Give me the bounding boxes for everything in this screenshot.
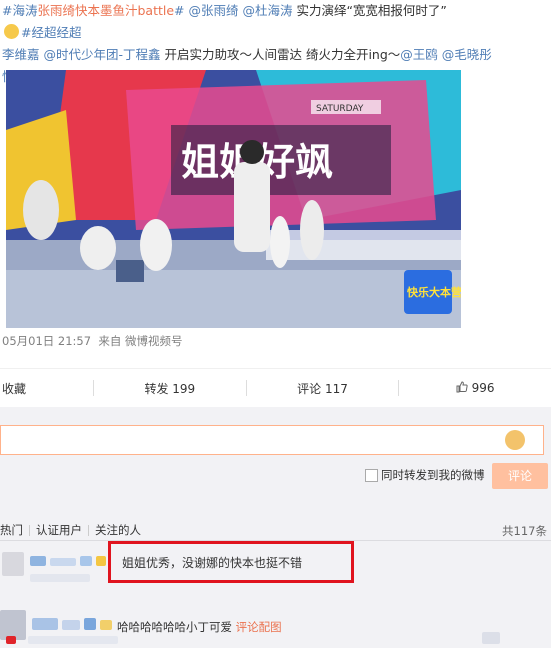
video-frame: 姐姐好飒 快乐大本营 SATURDAY xyxy=(6,70,461,328)
comment-tabs: 热门 认证用户 关注的人 xyxy=(0,520,551,540)
post-link[interactable]: @毛晓彤 xyxy=(438,47,492,62)
repost-button[interactable]: 转发 199 xyxy=(94,380,246,397)
comment-input[interactable] xyxy=(7,426,491,454)
comment-image-link[interactable]: 评论配图 xyxy=(236,620,282,634)
post-text-segment: 开启实力助攻～ xyxy=(160,47,252,62)
tab-hot[interactable]: 热门 xyxy=(0,522,29,538)
comment-text: 姐姐优秀，没谢娜的快本也挺不错 xyxy=(122,556,303,570)
comment-input-box[interactable] xyxy=(0,425,544,455)
fire-emoji-icon xyxy=(4,24,19,39)
post-date: 05月01日 21:57 xyxy=(2,334,92,348)
repost-checkbox[interactable] xyxy=(365,469,378,482)
like-button[interactable]: 996 xyxy=(399,381,551,395)
post-link[interactable]: #海涛 xyxy=(2,3,37,18)
favorite-button[interactable]: 收藏 xyxy=(0,380,93,397)
post-link[interactable]: # xyxy=(174,3,184,18)
action-bar: 收藏 转发 199 评论 117 996 xyxy=(0,368,551,408)
submit-comment-button[interactable]: 评论 xyxy=(492,463,548,489)
post-link[interactable]: @时代少年团-丁程鑫 xyxy=(40,47,160,62)
tab-verified[interactable]: 认证用户 xyxy=(30,522,88,538)
post-text-segment: 人间雷达 绮火力全开ing～ xyxy=(251,47,401,62)
post-link[interactable]: @王鸥 xyxy=(400,47,438,62)
username xyxy=(84,618,96,630)
post-line-1: #海涛张雨绮快本墨鱼汁battle# @张雨绮 @杜海涛 实力演绎“宽宽相报何时… xyxy=(2,0,549,22)
emoji-picker-icon[interactable] xyxy=(505,430,525,450)
comment-text: 哈哈哈哈哈哈小丁可爱 评论配图 xyxy=(117,620,282,634)
post-link[interactable]: #经超经超 xyxy=(21,25,81,40)
post-text-segment: 实力演绎“宽宽相报何时了” xyxy=(292,3,447,18)
comment-button[interactable]: 评论 117 xyxy=(247,380,399,397)
comment-meta xyxy=(482,632,500,644)
tab-following[interactable]: 关注的人 xyxy=(89,522,147,538)
post-link[interactable]: @张雨绮 @杜海涛 xyxy=(185,3,293,18)
post-link[interactable]: 张雨绮快本墨鱼汁battle xyxy=(37,3,174,18)
video-player[interactable]: 姐姐好飒 快乐大本营 SATURDAY xyxy=(6,70,461,328)
username xyxy=(62,620,80,630)
avatar xyxy=(6,636,16,644)
repost-checkbox-label: 同时转发到我的微博 xyxy=(381,468,485,482)
post-link[interactable]: 李维嘉 xyxy=(2,47,40,62)
logo-text: 快乐大本营 xyxy=(406,285,461,299)
comment-meta xyxy=(28,636,118,644)
video-badge-text: SATURDAY xyxy=(316,104,364,114)
comment-total: 共117条 xyxy=(502,524,547,538)
post-meta: 05月01日 21:57 来自 微博视频号 xyxy=(2,333,183,349)
post-source: 来自 微博视频号 xyxy=(98,334,183,348)
thumbs-up-icon xyxy=(456,381,468,393)
badge-icon xyxy=(100,620,112,630)
post-line-2: #经超经超 xyxy=(2,22,549,44)
post-line-3: 李维嘉 @时代少年团-丁程鑫 开启实力助攻～人间雷达 绮火力全开ing～@王鸥 … xyxy=(2,44,549,66)
username[interactable] xyxy=(32,618,58,630)
